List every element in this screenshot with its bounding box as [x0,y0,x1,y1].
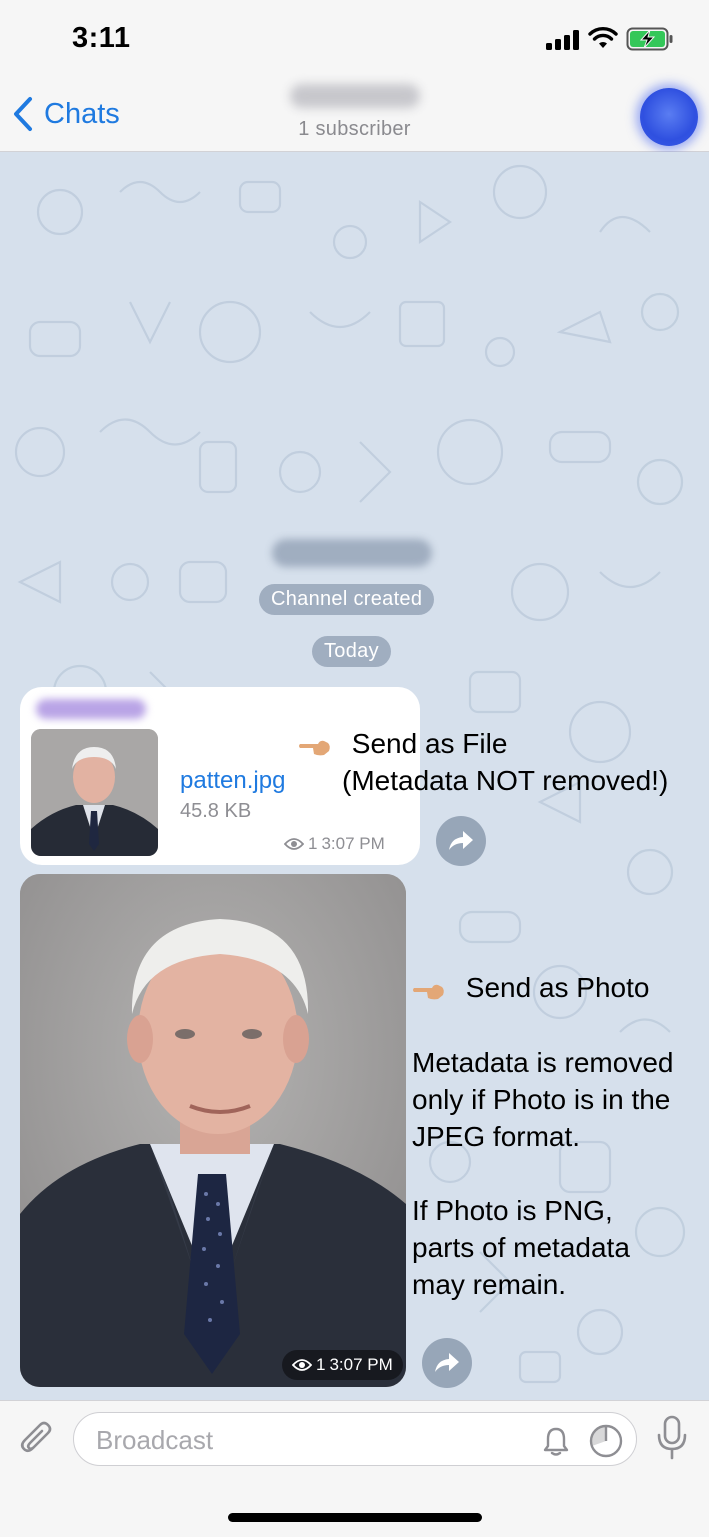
view-count: 1 [316,1355,326,1374]
pointing-hand-icon [413,984,444,999]
subscriber-count: 1 subscriber [298,118,411,140]
service-message-channel-created: Channel created [259,584,435,615]
home-indicator [228,1513,482,1522]
battery-charging-icon [626,27,673,51]
message-time: 3:07 PM [321,834,385,853]
annotation-file-line1: Send as File [351,728,508,759]
status-time: 3:11 [72,22,131,54]
eye-icon [292,1359,312,1371]
annotation-photo-heading: Send as Photo [465,972,650,1003]
broadcast-field[interactable] [73,1412,637,1466]
photo-message-meta: 1 3:07 PM [282,1350,403,1380]
file-thumbnail[interactable] [31,729,158,856]
file-name[interactable]: patten.jpg [180,767,285,795]
input-bar [0,1400,709,1537]
photo-message-bubble[interactable]: 1 3:07 PM [20,874,406,1387]
annotation-photo-line: JPEG format. [412,1121,581,1152]
annotation-photo-line: parts of metadata [412,1232,630,1263]
eye-icon [284,838,304,850]
portrait-photo-image [20,874,406,1387]
signal-icon [546,30,579,50]
annotation-photo-line: may remain. [412,1269,567,1300]
bell-icon[interactable] [540,1425,572,1457]
paperclip-icon[interactable] [18,1419,58,1459]
share-button[interactable] [422,1338,472,1388]
status-bar: 3:11 [0,0,709,76]
date-separator-today: Today [312,636,391,667]
nav-bar: Chats 1 subscriber [0,76,709,152]
timer-icon[interactable] [588,1423,624,1459]
date-separator-redacted [272,539,432,567]
pointing-hand-icon [299,740,330,755]
wifi-icon [588,27,618,48]
author-name-redacted [36,699,146,719]
channel-avatar[interactable] [640,88,698,146]
file-size: 45.8 KB [180,800,252,822]
view-count: 1 [308,834,318,853]
channel-title-redacted[interactable] [290,84,420,108]
portrait-thumbnail-image [31,729,158,856]
file-message-meta: 1 3:07 PM [284,834,385,854]
chat-area[interactable]: Channel created Today patten.jpg 45.8 KB… [0,152,709,1400]
annotation-send-as-file: Send as File [298,725,507,762]
share-icon [435,1353,459,1372]
annotation-send-as-photo: Send as Photo [412,969,649,1006]
share-button[interactable] [436,816,486,866]
message-time: 3:07 PM [329,1355,393,1374]
share-icon [449,831,473,850]
annotation-photo-line: only if Photo is in the [412,1084,671,1115]
annotation-photo-line: If Photo is PNG, [412,1195,613,1226]
annotation-photo-line: Metadata is removed [412,1047,674,1078]
annotation-file-line2: (Metadata NOT removed!) [342,765,669,796]
microphone-icon[interactable] [654,1415,690,1461]
broadcast-input[interactable] [94,1423,518,1457]
